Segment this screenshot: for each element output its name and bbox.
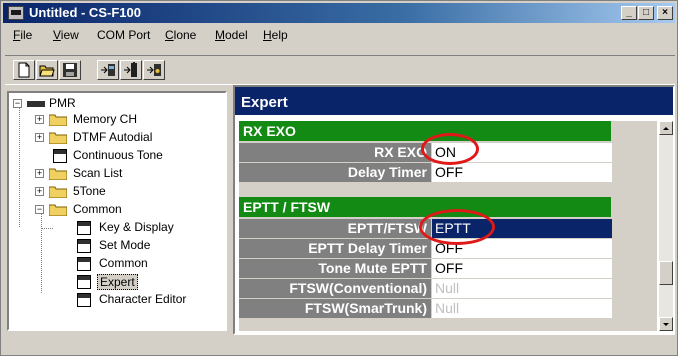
row-label: FTSW(SmarTrunk) bbox=[239, 299, 431, 318]
open-folder-icon bbox=[49, 204, 67, 216]
row-label: FTSW(Conventional) bbox=[239, 279, 431, 298]
maximize-button[interactable]: □ bbox=[638, 6, 654, 20]
panel-title: Expert bbox=[235, 87, 673, 115]
page-icon bbox=[77, 293, 91, 307]
menu-help[interactable]: Help bbox=[263, 28, 288, 42]
section-eptt-ftsw: EPTT / FTSW bbox=[239, 197, 611, 217]
row-tone-mute-eptt[interactable]: Tone Mute EPTT OFF bbox=[239, 259, 657, 279]
folder-icon bbox=[49, 168, 67, 180]
page-icon bbox=[77, 221, 91, 235]
radio-device-icon bbox=[27, 101, 45, 107]
window-title: Untitled - CS-F100 bbox=[29, 5, 141, 20]
menu-com-port[interactable]: COM Port bbox=[97, 28, 150, 42]
expand-icon[interactable]: + bbox=[35, 187, 44, 196]
row-ftsw-smartrunk[interactable]: FTSW(SmarTrunk) Null bbox=[239, 299, 657, 319]
new-file-icon[interactable] bbox=[13, 60, 35, 80]
tree-view[interactable]: − PMR + Memory CH + DTMF Autodial Contin… bbox=[7, 91, 227, 331]
title-bar[interactable]: Untitled - CS-F100 _ □ × bbox=[3, 3, 675, 23]
app-window: Untitled - CS-F100 _ □ × File View COM P… bbox=[0, 0, 678, 356]
read-from-radio-icon[interactable] bbox=[97, 60, 119, 80]
scroll-thumb[interactable] bbox=[659, 261, 673, 285]
page-icon bbox=[77, 275, 91, 289]
vertical-scrollbar[interactable] bbox=[659, 121, 673, 331]
toolbar bbox=[5, 55, 675, 85]
row-delay-timer[interactable]: Delay Timer OFF bbox=[239, 163, 657, 183]
ftsw-conventional-value[interactable]: Null bbox=[432, 279, 612, 298]
menu-model[interactable]: Model bbox=[215, 28, 248, 42]
folder-icon bbox=[49, 132, 67, 144]
scroll-down-button[interactable] bbox=[659, 317, 673, 331]
app-radio-icon bbox=[8, 6, 24, 20]
expand-icon[interactable]: + bbox=[35, 115, 44, 124]
page-icon bbox=[77, 239, 91, 253]
menu-file[interactable]: File bbox=[13, 28, 32, 42]
row-label: Tone Mute EPTT bbox=[239, 259, 431, 278]
tone-mute-eptt-value[interactable]: OFF bbox=[432, 259, 612, 278]
highlight-ring bbox=[421, 133, 479, 165]
radio-settings-icon[interactable] bbox=[143, 60, 165, 80]
row-label: Delay Timer bbox=[239, 163, 431, 182]
expand-icon[interactable]: + bbox=[35, 133, 44, 142]
page-icon bbox=[77, 257, 91, 271]
collapse-icon[interactable]: − bbox=[13, 99, 22, 108]
menu-view[interactable]: View bbox=[53, 28, 79, 42]
collapse-icon[interactable]: − bbox=[35, 205, 44, 214]
write-to-radio-icon[interactable] bbox=[120, 60, 142, 80]
menu-clone[interactable]: Clone bbox=[165, 28, 196, 42]
folder-icon bbox=[49, 114, 67, 126]
page-icon bbox=[53, 149, 67, 163]
highlight-ring bbox=[419, 209, 495, 245]
settings-grid: RX EXO RX EXO ON Delay Timer OFF EPTT / … bbox=[239, 121, 657, 331]
row-label: EPTT Delay Timer bbox=[239, 239, 431, 258]
section-rx-exo: RX EXO bbox=[239, 121, 611, 141]
folder-icon bbox=[49, 186, 67, 198]
row-ftsw-conventional[interactable]: FTSW(Conventional) Null bbox=[239, 279, 657, 299]
status-bar bbox=[5, 339, 675, 353]
scroll-up-button[interactable] bbox=[659, 121, 673, 135]
close-button[interactable]: × bbox=[657, 6, 673, 20]
arrow-up-icon bbox=[663, 127, 669, 130]
row-label: RX EXO bbox=[239, 143, 431, 162]
menu-bar: File View COM Port Clone Model Help bbox=[5, 25, 675, 45]
expand-icon[interactable]: + bbox=[35, 169, 44, 178]
ftsw-smartrunk-value[interactable]: Null bbox=[432, 299, 612, 318]
save-disk-icon[interactable] bbox=[59, 60, 81, 80]
row-label: EPTT/FTSW bbox=[239, 219, 431, 238]
settings-panel: Expert RX EXO RX EXO ON Delay Timer OFF … bbox=[233, 85, 675, 335]
minimize-button[interactable]: _ bbox=[621, 6, 637, 20]
tree-item-selected-label: Expert bbox=[97, 274, 138, 290]
open-folder-icon[interactable] bbox=[36, 60, 58, 80]
arrow-down-icon bbox=[663, 323, 669, 326]
delay-timer-value[interactable]: OFF bbox=[432, 163, 612, 182]
